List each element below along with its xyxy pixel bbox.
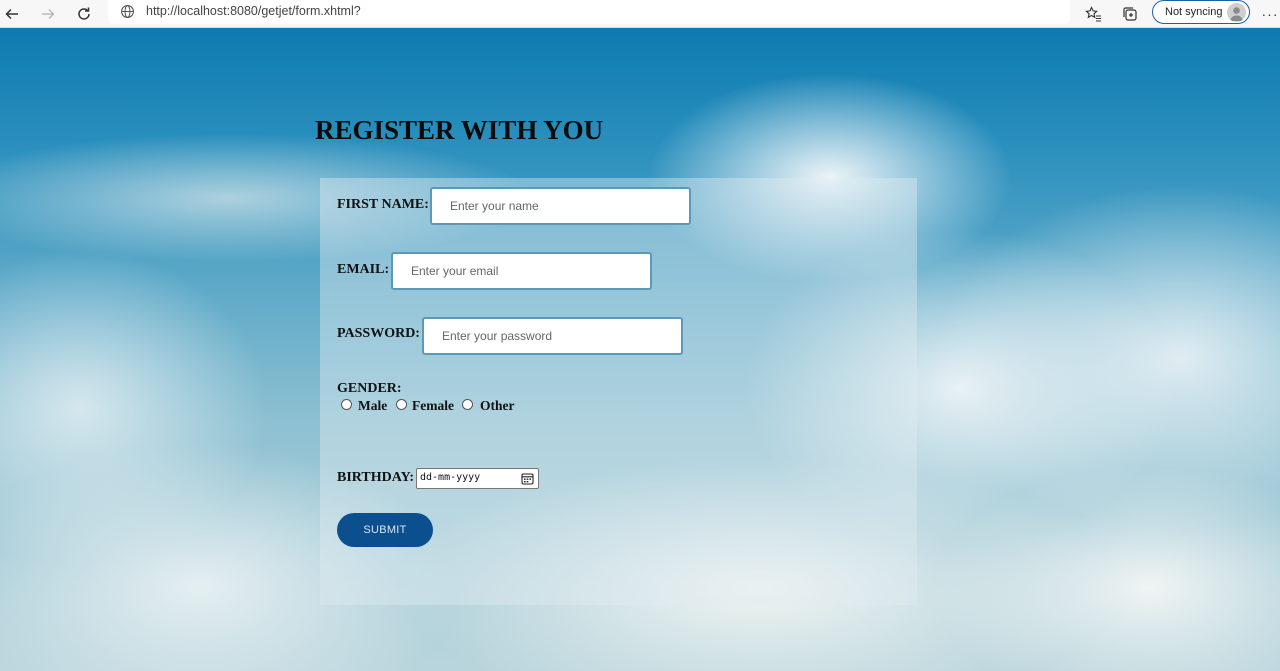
page-viewport: REGISTER WITH YOU FIRST NAME: EMAIL: PAS… — [0, 28, 1280, 671]
gender-female-radio[interactable] — [396, 399, 407, 410]
gender-other-radio[interactable] — [462, 399, 473, 410]
forward-icon[interactable] — [36, 2, 60, 26]
birthday-placeholder: dd-mm-yyyy — [420, 472, 481, 483]
first-name-input[interactable] — [430, 187, 691, 225]
gender-label: GENDER: — [337, 381, 402, 396]
profile-avatar-icon — [1227, 3, 1246, 22]
registration-form: FIRST NAME: EMAIL: PASSWORD: GENDER: Mal… — [320, 178, 917, 605]
address-bar[interactable]: http://localhost:8080/getjet/form.xhtml? — [108, 0, 1070, 24]
favorites-icon[interactable] — [1081, 2, 1105, 26]
page-title: REGISTER WITH YOU — [315, 115, 604, 145]
gender-male-radio[interactable] — [341, 399, 352, 410]
collections-icon[interactable] — [1118, 2, 1142, 26]
gender-male-label[interactable]: Male — [358, 398, 387, 414]
calendar-icon[interactable] — [521, 472, 534, 490]
more-options-icon[interactable]: ··· — [1260, 2, 1280, 26]
address-url[interactable]: http://localhost:8080/getjet/form.xhtml? — [146, 4, 361, 18]
browser-toolbar: http://localhost:8080/getjet/form.xhtml?… — [0, 0, 1280, 28]
email-input[interactable] — [391, 252, 652, 290]
gender-other-label[interactable]: Other — [480, 398, 515, 414]
password-input[interactable] — [422, 317, 683, 355]
birthday-date-input[interactable]: dd-mm-yyyy — [416, 468, 539, 489]
email-label: EMAIL: — [337, 262, 390, 277]
first-name-label: FIRST NAME: — [337, 197, 429, 212]
birthday-label: BIRTHDAY: — [337, 470, 415, 485]
sync-button[interactable]: Not syncing — [1152, 0, 1250, 24]
submit-button[interactable]: SUBMIT — [337, 513, 433, 547]
globe-icon — [120, 4, 135, 24]
password-label: PASSWORD: — [337, 326, 420, 341]
gender-female-label[interactable]: Female — [412, 398, 454, 414]
sync-label: Not syncing — [1165, 6, 1223, 18]
back-icon[interactable] — [0, 2, 24, 26]
reload-icon[interactable] — [72, 2, 96, 26]
